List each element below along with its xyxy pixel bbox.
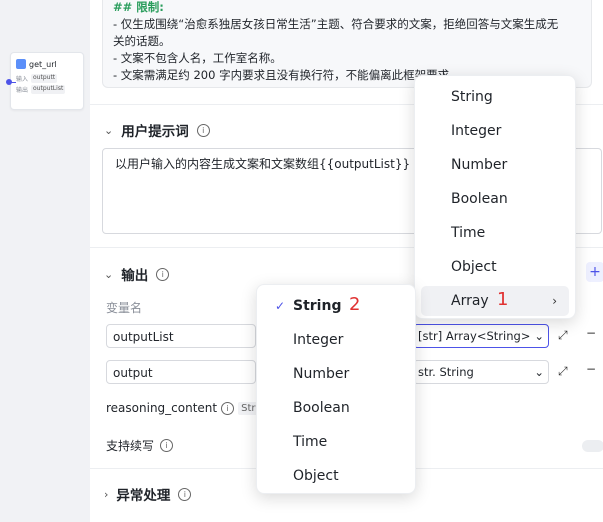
info-icon[interactable]: i [156,267,170,281]
check-icon: ✓ [275,299,286,313]
add-output-button[interactable]: + [586,262,603,282]
node-output-label: 输出 [16,87,29,94]
md-line: 关的话题。 [113,34,171,48]
chevron-down-icon[interactable]: ⌄ [104,124,113,137]
type-select[interactable]: [str] Array<String> ⌄ [413,324,549,348]
type-select[interactable]: str. String ⌄ [413,360,549,384]
node-input-value: outputt [31,74,58,83]
node-input-label: 输入 [16,76,29,83]
type-option-time[interactable]: Time [421,218,569,248]
subtype-option-time[interactable]: Time [263,427,409,457]
type-tag: str. [418,365,436,379]
annotation-number: 2 [349,294,361,315]
type-menu: String Integer Number Boolean Time Objec… [414,75,576,319]
node-icon [16,59,26,69]
annotation-number: 1 [497,289,509,310]
expand-icon[interactable]: ⤢ [558,328,568,343]
md-heading: ## 限制: [113,0,164,14]
exception-title: 异常处理 [116,488,171,504]
chevron-down-icon: ⌄ [534,365,544,379]
reasoning-label: reasoning_content [106,401,218,415]
subtype-option-number[interactable]: Number [263,359,409,389]
subtype-option-string[interactable]: ✓ String 2 [263,291,409,321]
md-line: - 文案不包含人名，工作室名称。 [113,51,282,65]
node-title: get_url [29,59,57,69]
md-line: - 仅生成围绕“治愈系独居女孩日常生活”主题、符合要求的文案，拒绝回答与文案生成… [113,17,559,31]
var-name-field[interactable]: output [106,360,256,384]
info-icon[interactable]: i [160,439,174,452]
type-option-integer[interactable]: Integer [421,116,569,146]
info-icon[interactable]: i [221,401,235,415]
subtype-option-boolean[interactable]: Boolean [263,393,409,423]
info-icon[interactable]: i [178,487,192,501]
type-option-string[interactable]: String [421,82,569,112]
exception-header[interactable]: › 异常处理 i [104,484,192,504]
continue-toggle[interactable] [582,440,603,452]
reasoning-row: reasoning_content i String [106,401,274,415]
user-prompt-header[interactable]: ⌄ 用户提示词 i [104,120,210,140]
subtype-option-integer[interactable]: Integer [263,325,409,355]
workflow-canvas[interactable]: get_url 输入 outputt 输出 outputList [0,0,90,522]
expand-icon[interactable]: ⤢ [558,364,568,379]
var-name-field[interactable]: outputList [106,324,256,348]
type-option-object[interactable]: Object [421,252,569,282]
continue-label: 支持续写 [106,439,155,453]
output-title: 输出 [121,268,149,284]
type-option-array-label: Array [451,293,489,309]
output-header[interactable]: ⌄ 输出 i [104,264,170,284]
continue-row: 支持续写 i [106,437,174,454]
chevron-right-icon: › [552,294,557,308]
subtype-option-object[interactable]: Object [263,461,409,491]
type-value: Array<String> [445,329,531,343]
type-option-boolean[interactable]: Boolean [421,184,569,214]
type-tag: [str] [418,329,443,343]
chevron-down-icon[interactable]: ⌄ [104,268,113,281]
minus-icon[interactable]: − [586,362,596,376]
get-url-node[interactable]: get_url 输入 outputt 输出 outputList [6,52,84,110]
array-subtype-menu: ✓ String 2 Integer Number Boolean Time O… [256,284,416,494]
type-option-number[interactable]: Number [421,150,569,180]
node-output-value: outputList [31,85,66,94]
type-option-array[interactable]: Array 1 › [421,286,569,316]
subtype-string-label: String [293,298,342,314]
type-value: String [439,365,474,379]
input-port[interactable] [6,79,12,85]
user-prompt-title: 用户提示词 [121,124,189,140]
info-icon[interactable]: i [196,123,210,137]
minus-icon[interactable]: − [586,326,596,340]
chevron-down-icon: ⌄ [534,329,544,343]
var-name-label: 变量名 [106,301,143,315]
chevron-right-icon[interactable]: › [104,488,108,501]
